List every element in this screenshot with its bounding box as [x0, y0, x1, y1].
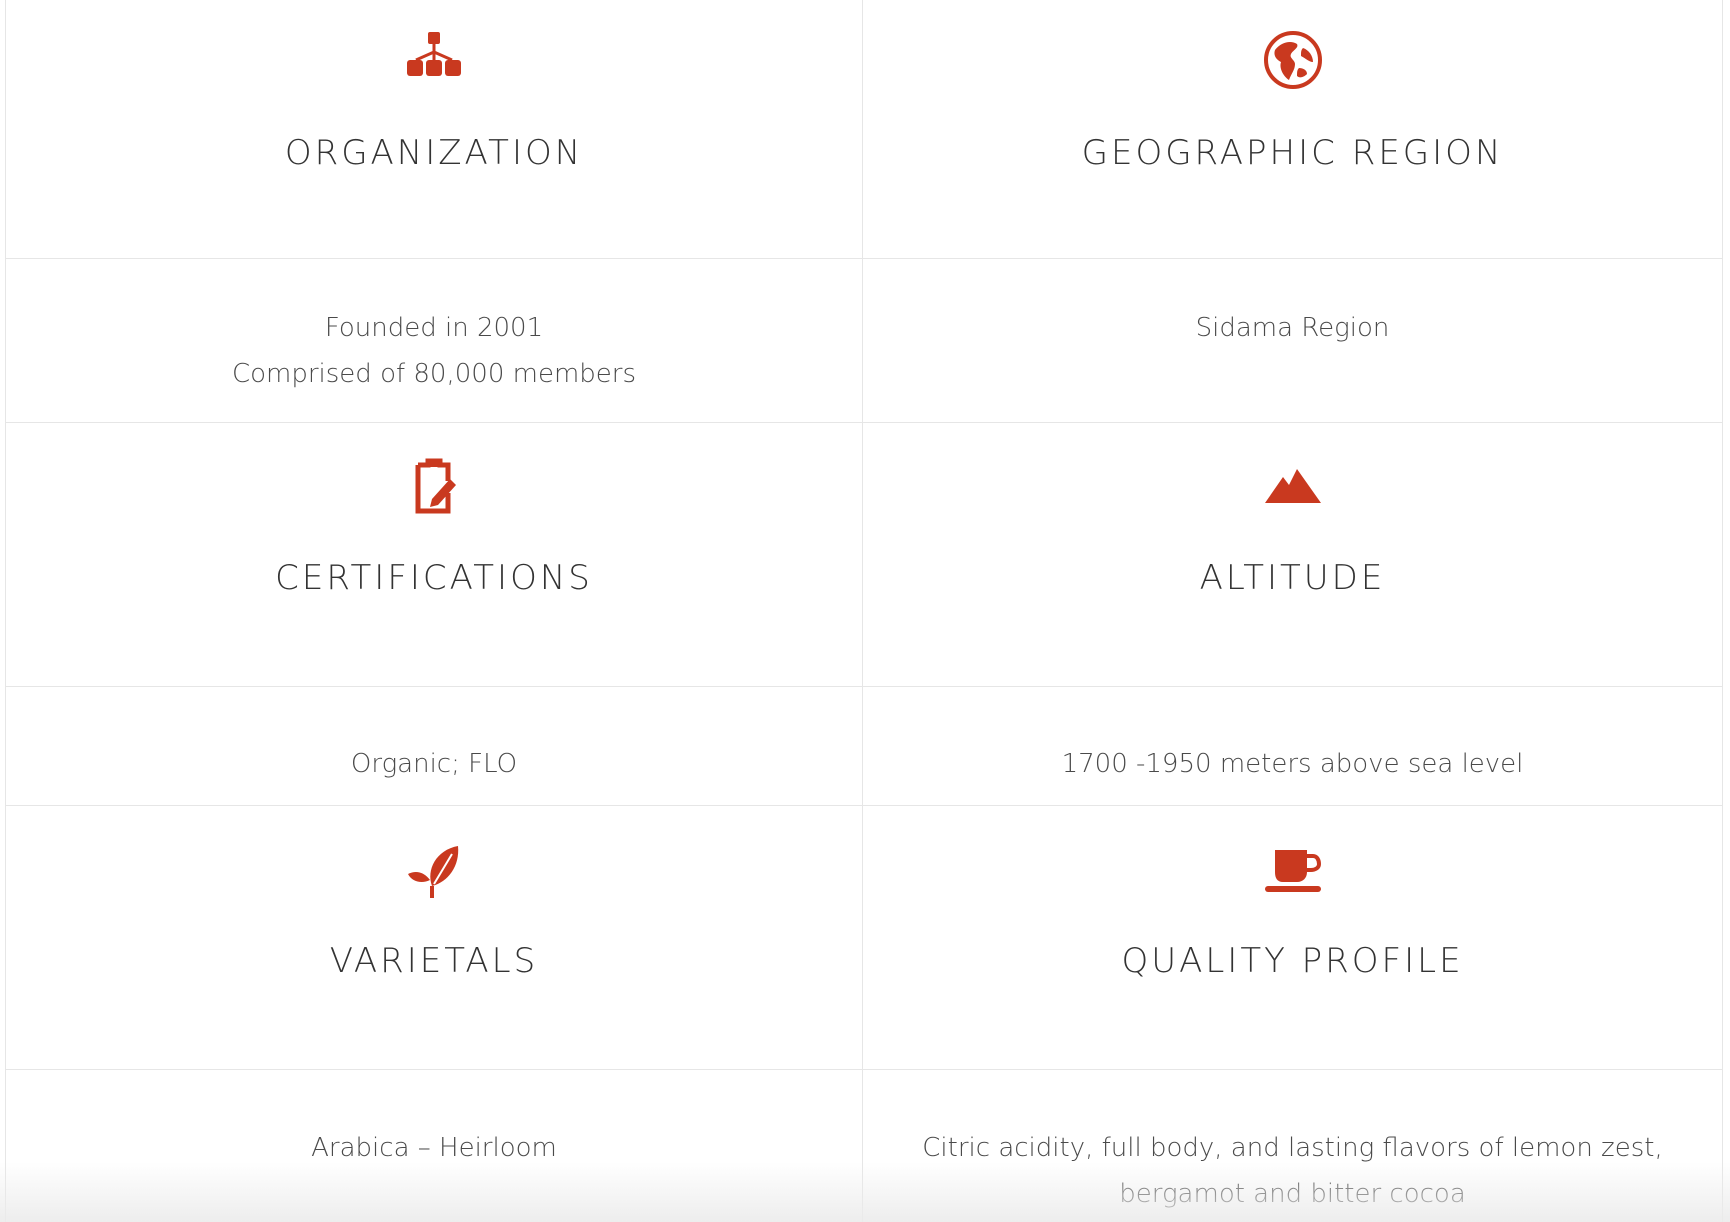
quality-profile-line-2: bergamot and bitter cocoa	[1119, 1179, 1466, 1209]
altitude-value-text: 1700 -1950 meters above sea level	[1061, 749, 1524, 779]
quality-profile-header-cell: QUALITY PROFILE	[863, 806, 1722, 1070]
organization-header-cell: ORGANIZATION	[6, 0, 863, 259]
coffee-cup-icon	[1261, 836, 1325, 900]
varietals-heading: VARIETALS	[329, 941, 539, 981]
organization-members-text: Comprised of 80,000 members	[231, 359, 637, 389]
organization-value-cell: Founded in 2001 Comprised of 80,000 memb…	[6, 259, 863, 423]
region-header-cell: GEOGRAPHIC REGION	[863, 0, 1722, 259]
organization-heading: ORGANIZATION	[284, 133, 584, 173]
varietals-value-cell: Arabica – Heirloom	[6, 1070, 863, 1222]
certifications-header-cell: CERTIFICATIONS	[6, 423, 863, 687]
globe-icon	[1261, 28, 1325, 92]
quality-profile-line-1: Citric acidity, full body, and lasting f…	[922, 1133, 1663, 1163]
clipboard-edit-icon	[402, 453, 466, 517]
altitude-header-cell: ALTITUDE	[863, 423, 1722, 687]
certifications-value-cell: Organic; FLO	[6, 687, 863, 806]
varietals-header-cell: VARIETALS	[6, 806, 863, 1070]
info-grid: ORGANIZATION GEOGRAPHIC REGION Founded i…	[5, 0, 1723, 1222]
certifications-heading: CERTIFICATIONS	[275, 558, 593, 598]
altitude-value-cell: 1700 -1950 meters above sea level	[863, 687, 1722, 806]
quality-profile-value-cell: Citric acidity, full body, and lasting f…	[863, 1070, 1722, 1222]
leaf-icon	[402, 836, 466, 900]
region-value-cell: Sidama Region	[863, 259, 1722, 423]
org-chart-icon	[402, 28, 466, 92]
certifications-value-text: Organic; FLO	[350, 749, 518, 779]
varietals-value-text: Arabica – Heirloom	[311, 1133, 557, 1163]
region-value-text: Sidama Region	[1195, 313, 1390, 343]
mountain-icon	[1261, 453, 1325, 517]
quality-profile-heading: QUALITY PROFILE	[1121, 941, 1464, 981]
organization-founded-text: Founded in 2001	[324, 313, 544, 343]
altitude-heading: ALTITUDE	[1199, 558, 1386, 598]
coffee-profile-page: ORGANIZATION GEOGRAPHIC REGION Founded i…	[0, 0, 1730, 1222]
region-heading: GEOGRAPHIC REGION	[1081, 133, 1504, 173]
